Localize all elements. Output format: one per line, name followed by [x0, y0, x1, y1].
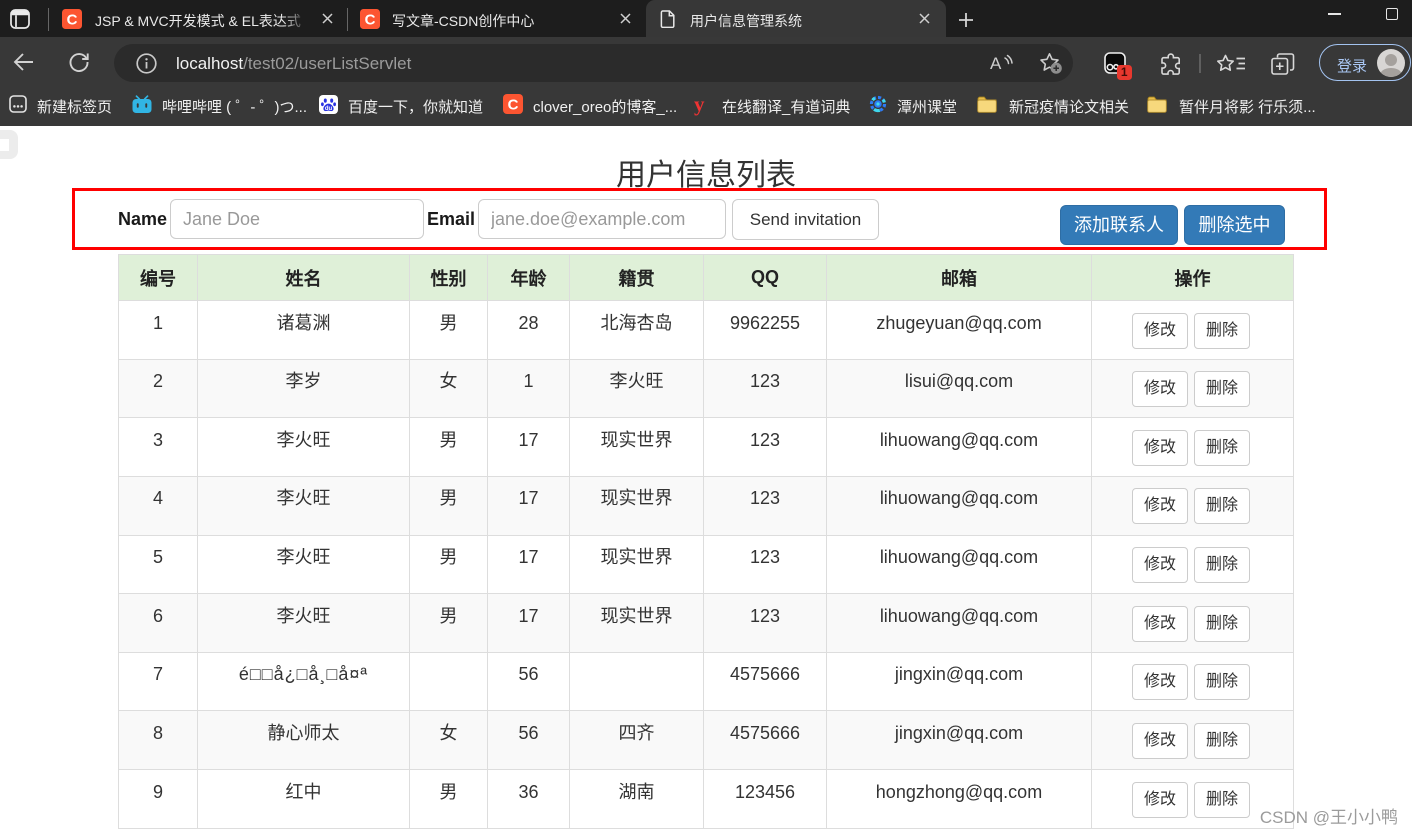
svg-text:C: C	[67, 12, 78, 29]
svg-text:C: C	[508, 97, 519, 114]
svg-text:du: du	[325, 105, 333, 111]
svg-text:A: A	[990, 54, 1002, 73]
svg-text:C: C	[365, 12, 376, 29]
